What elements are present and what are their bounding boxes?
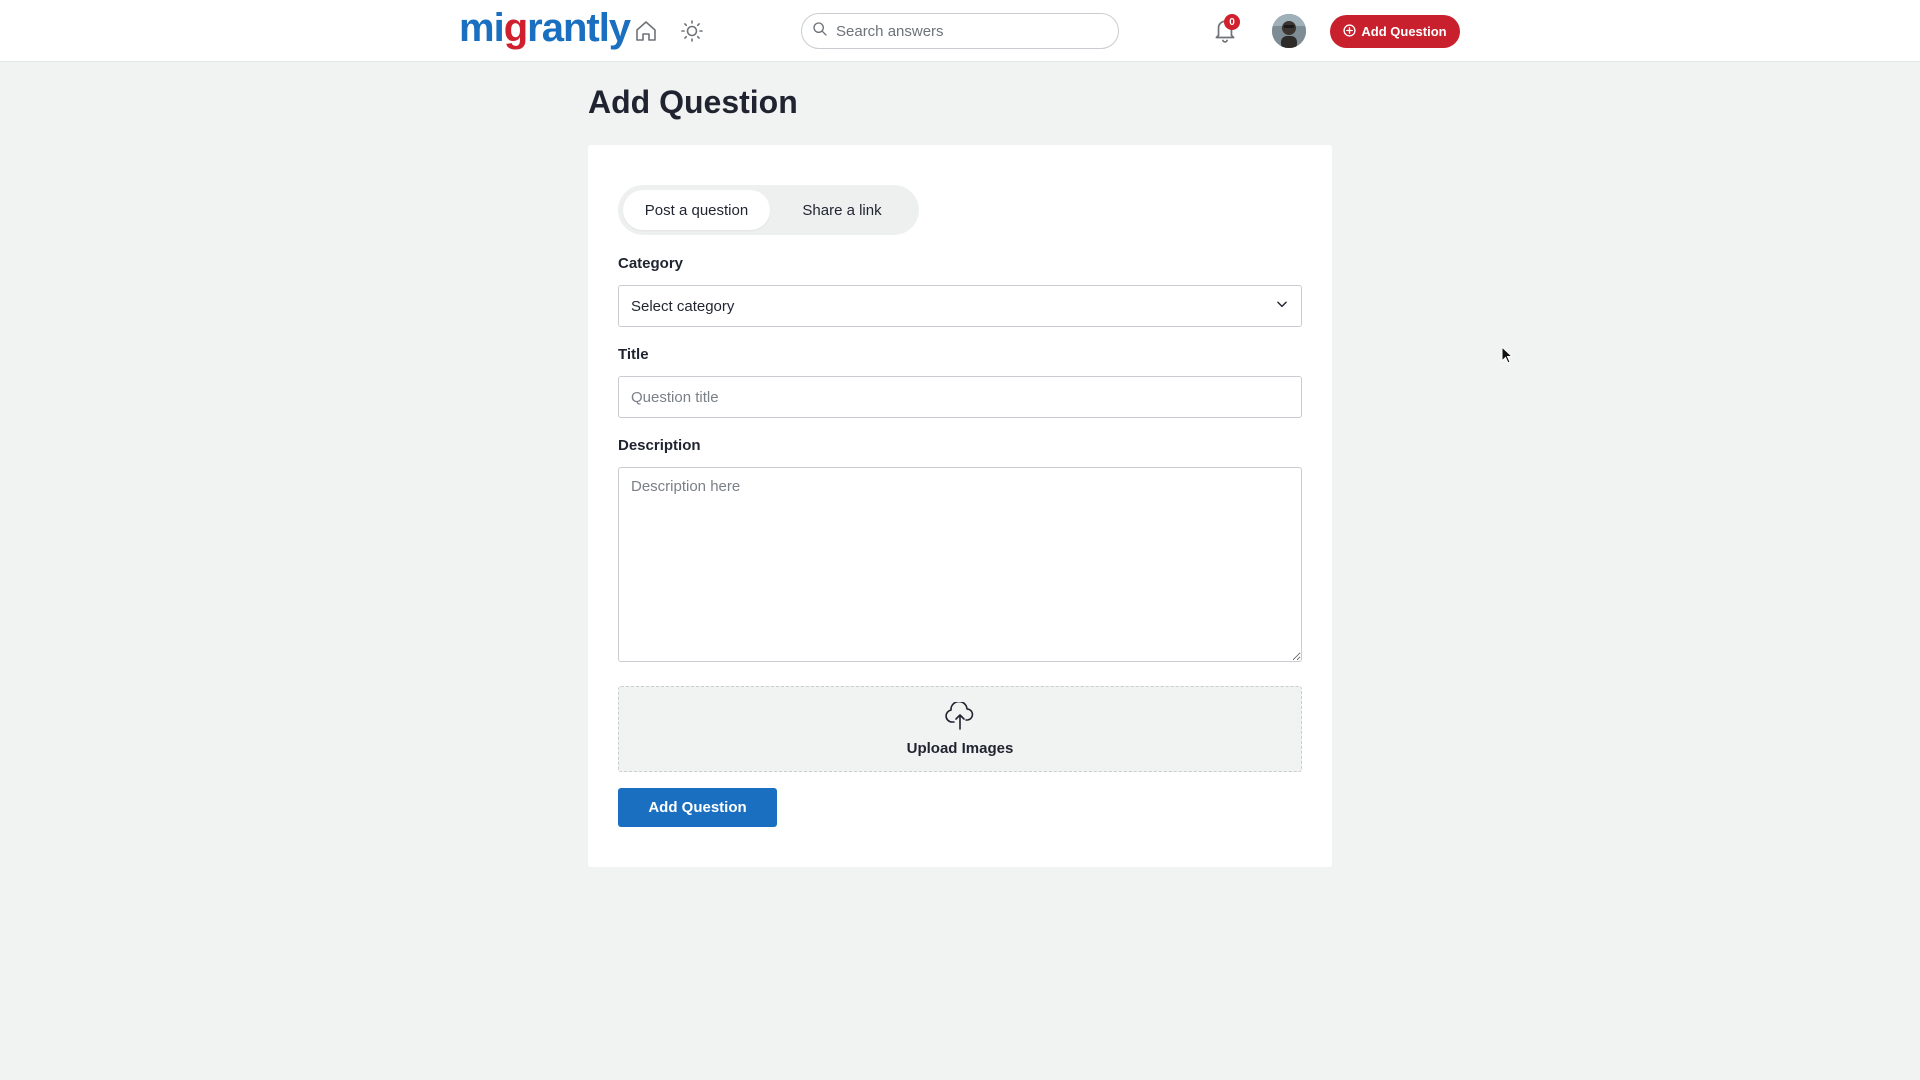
search-bar[interactable]	[801, 13, 1119, 49]
bell-icon	[1212, 20, 1238, 48]
upload-images-label: Upload Images	[906, 739, 1014, 757]
user-avatar[interactable]	[1272, 14, 1306, 48]
tab-post-question[interactable]: Post a question	[623, 190, 770, 230]
cloud-upload-icon	[944, 700, 976, 734]
title-input[interactable]	[618, 376, 1302, 418]
category-label: Category	[618, 255, 684, 272]
plus-circle-icon	[1343, 23, 1356, 40]
description-label: Description	[618, 437, 701, 454]
description-textarea[interactable]	[618, 467, 1302, 662]
chevron-down-icon	[1275, 297, 1289, 315]
tab-share-link[interactable]: Share a link	[770, 190, 914, 230]
notification-badge: 0	[1224, 14, 1240, 30]
category-select-value: Select category	[631, 297, 735, 315]
search-icon	[812, 21, 828, 42]
add-question-submit-button[interactable]: Add Question	[618, 788, 777, 827]
search-input[interactable]	[836, 22, 1106, 40]
sun-icon[interactable]	[678, 17, 706, 45]
home-icon[interactable]	[632, 17, 660, 45]
header-add-question-button[interactable]: Add Question	[1330, 15, 1460, 48]
add-question-form: Post a question Share a link Category Se…	[588, 145, 1332, 867]
title-label: Title	[618, 346, 649, 363]
upload-images-dropzone[interactable]: Upload Images	[618, 686, 1302, 772]
page-title: Add Question	[588, 84, 798, 120]
category-select[interactable]: Select category	[618, 285, 1302, 327]
header-add-question-label: Add Question	[1361, 24, 1447, 39]
migrantly-logo[interactable]: migrantly	[459, 6, 631, 50]
mouse-cursor-icon	[1501, 345, 1514, 369]
question-type-tabs: Post a question Share a link	[618, 185, 919, 235]
top-navbar: migrantly 0	[0, 0, 1920, 62]
